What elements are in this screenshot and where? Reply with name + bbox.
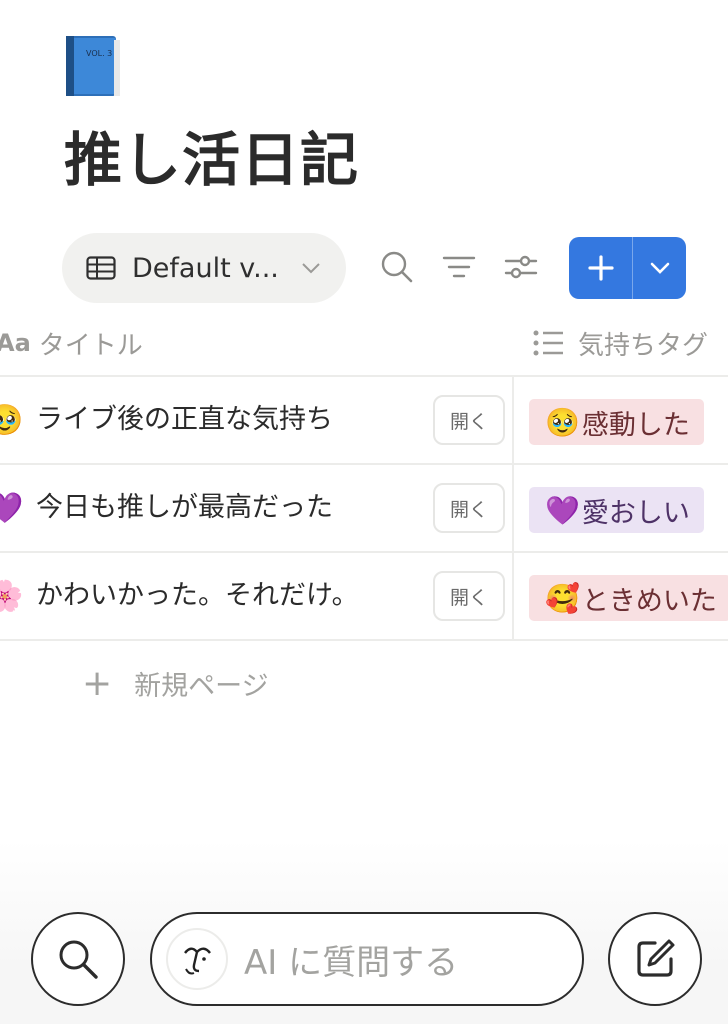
table-row[interactable]: 🌸 かわいかった。それだけ。 開く 🥰 ときめいた xyxy=(0,553,728,639)
tag-text: 愛おしい xyxy=(581,497,690,529)
chevron-down-icon xyxy=(302,263,320,274)
tag-emoji: 🥰 xyxy=(545,581,580,615)
row-title[interactable]: ライブ後の正直な気持ち xyxy=(36,399,333,441)
open-button[interactable]: 開く xyxy=(433,483,505,533)
row-page-icon: 💜 xyxy=(0,491,24,526)
row-title[interactable]: 今日も推しが最高だった xyxy=(36,487,333,529)
new-page-label: 新規ページ xyxy=(134,671,269,702)
search-icon xyxy=(59,940,98,979)
table-row[interactable]: 🥹 ライブ後の正直な気持ち 開く 🥹 感動した xyxy=(0,377,728,463)
feeling-tag[interactable]: 🥰 ときめいた xyxy=(529,575,728,621)
tag-emoji: 🥹 xyxy=(545,405,580,439)
open-button[interactable]: 開く xyxy=(433,571,505,621)
feeling-tag[interactable]: 💜 愛おしい xyxy=(529,487,704,533)
new-page-button[interactable]: + 新規ページ xyxy=(82,664,269,703)
column-header-title[interactable]: Aa タイトル xyxy=(0,318,143,368)
chevron-down-icon xyxy=(650,262,669,274)
plus-icon xyxy=(587,255,614,281)
ai-ask-input[interactable]: AI に質問する xyxy=(150,912,584,1006)
ai-input-placeholder: AI に質問する xyxy=(244,942,459,983)
view-selector[interactable]: Default v... xyxy=(62,233,346,303)
tag-emoji: 💜 xyxy=(545,493,580,527)
feeling-tag[interactable]: 🥹 感動した xyxy=(529,399,704,445)
page-title[interactable]: 推し活日記 xyxy=(64,120,359,200)
blue-book-icon: VOL. 3 xyxy=(66,36,120,96)
plus-icon: + xyxy=(82,662,113,704)
tag-text: 感動した xyxy=(581,409,690,441)
list-icon xyxy=(533,330,563,356)
view-selector-label: Default v... xyxy=(132,252,279,284)
table-divider xyxy=(0,639,728,641)
book-volume-label: VOL. 3 xyxy=(86,49,112,58)
new-item-button[interactable] xyxy=(569,237,632,299)
ai-face-drawing xyxy=(184,947,211,975)
compose-button[interactable] xyxy=(608,912,702,1006)
column-header-title-label: タイトル xyxy=(38,330,143,361)
open-button[interactable]: 開く xyxy=(433,395,505,445)
row-page-icon: 🌸 xyxy=(0,579,24,614)
compose-icon xyxy=(637,939,675,977)
new-dropdown-button[interactable] xyxy=(633,237,686,299)
table-row[interactable]: 💜 今日も推しが最高だった 開く 💜 愛おしい xyxy=(0,465,728,551)
column-header-tag-label: 気持ちタグ xyxy=(578,330,709,361)
search-icon[interactable] xyxy=(380,250,414,284)
ai-face-icon xyxy=(166,928,228,990)
row-page-icon: 🥹 xyxy=(0,403,24,438)
column-header-tag[interactable]: 気持ちタグ xyxy=(532,318,708,368)
text-property-icon: Aa xyxy=(0,329,31,357)
bottom-search-button[interactable] xyxy=(31,912,125,1006)
row-title[interactable]: かわいかった。それだけ。 xyxy=(36,575,359,617)
tag-text: ときめいた xyxy=(581,585,717,617)
filter-icon[interactable] xyxy=(442,250,476,284)
new-button[interactable] xyxy=(569,237,686,299)
settings-sliders-icon[interactable] xyxy=(504,250,538,284)
page-icon[interactable]: VOL. 3 xyxy=(64,34,122,100)
table-icon xyxy=(86,256,116,280)
